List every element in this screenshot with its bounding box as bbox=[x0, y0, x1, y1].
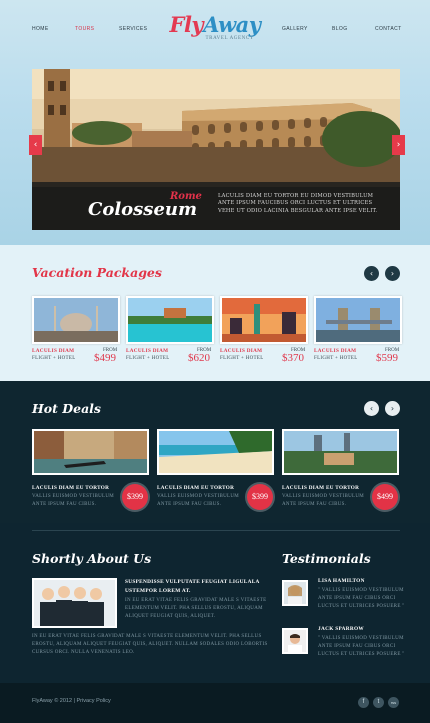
chevron-right-icon: › bbox=[396, 140, 401, 150]
deal-title-2[interactable]: LACULIS DIAM EU TORTOR bbox=[157, 485, 234, 491]
package-card-1[interactable] bbox=[32, 296, 120, 344]
nav-home[interactable]: HOME bbox=[32, 26, 49, 32]
chevron-left-icon: ‹ bbox=[369, 269, 374, 278]
section-divider bbox=[32, 530, 400, 531]
testimonial-name-1: LISA HAMILTON bbox=[318, 578, 365, 584]
logo[interactable]: FlyAway TRAVEL AGENCY bbox=[168, 14, 262, 48]
about-text-1: IN EU ERAT VITAE FELIS GRAVIDAT MALE S V… bbox=[125, 598, 267, 619]
deal-desc-2: VALLIS EUISMOD VESTIBULUM ANTE IPSUM FAU… bbox=[157, 494, 240, 507]
team-photo bbox=[34, 580, 115, 626]
about-heading: SUSPENDISSE VULPUTATE FEUGIAT LIGULALA U… bbox=[125, 579, 260, 594]
vacation-next-button[interactable]: › bbox=[385, 266, 400, 281]
about-title: Shortly About Us bbox=[32, 551, 152, 566]
vacation-prev-button[interactable]: ‹ bbox=[364, 266, 379, 281]
package-label-3[interactable]: LACULIS DIAM bbox=[220, 348, 262, 354]
package-label-4[interactable]: LACULIS DIAM bbox=[314, 348, 356, 354]
footer-copyright[interactable]: FlyAway © 2012 | Privacy Policy bbox=[32, 698, 111, 704]
rss-icon[interactable]: rss bbox=[388, 697, 399, 708]
beach-photo bbox=[159, 431, 272, 473]
nav-gallery[interactable]: GALLERY bbox=[282, 26, 308, 32]
package-card-4[interactable] bbox=[314, 296, 402, 344]
chevron-right-icon: › bbox=[390, 404, 395, 413]
venice-photo bbox=[34, 431, 147, 473]
avatar-jack bbox=[282, 628, 308, 654]
deal-price-badge-1: $399 bbox=[122, 484, 148, 510]
resort-city-photo bbox=[284, 431, 397, 473]
deal-desc-1: VALLIS EUISMOD VESTIBULUM ANTE IPSUM FAU… bbox=[32, 494, 115, 507]
slider-prev-button[interactable]: ‹ bbox=[29, 135, 42, 155]
package-card-3[interactable] bbox=[220, 296, 308, 344]
package-price-3: $370 bbox=[282, 352, 304, 364]
testimonial-name-2: JACK SPARROW bbox=[318, 626, 365, 632]
logo-away: Away bbox=[203, 12, 261, 37]
chevron-right-icon: › bbox=[390, 269, 395, 278]
nav-contact[interactable]: CONTACT bbox=[375, 26, 402, 32]
deal-title-3[interactable]: LACULIS DIAM EU TORTOR bbox=[282, 485, 359, 491]
testimonial-quote-2: " VALLIS EUISMOD VESTIBULUM ANTE IPSUM F… bbox=[318, 636, 405, 657]
nav-blog[interactable]: BLOG bbox=[332, 26, 348, 32]
deal-desc-3: VALLIS EUISMOD VESTIBULUM ANTE IPSUM FAU… bbox=[282, 494, 365, 507]
avatar-lisa bbox=[282, 580, 308, 606]
slider-caption: Rome Colosseum LACULIS DIAM EU TORTOR EU… bbox=[32, 182, 400, 230]
package-price-1: $499 bbox=[94, 352, 116, 364]
deal-title-1[interactable]: LACULIS DIAM EU TORTOR bbox=[32, 485, 109, 491]
package-label-1[interactable]: LACULIS DIAM bbox=[32, 348, 74, 354]
about-image bbox=[32, 578, 117, 628]
nav-services[interactable]: SERVICES bbox=[119, 26, 147, 32]
caption-description: LACULIS DIAM EU TORTOR EU DIMOD VESTIBUL… bbox=[218, 193, 378, 214]
deal-image-1[interactable] bbox=[32, 429, 149, 475]
package-label-2[interactable]: LACULIS DIAM bbox=[126, 348, 168, 354]
testimonial-quote-1: " VALLIS EUISMOD VESTIBULUM ANTE IPSUM F… bbox=[318, 588, 405, 609]
resort-pool-photo bbox=[128, 298, 212, 342]
chevron-left-icon: ‹ bbox=[33, 140, 38, 150]
deal-image-3[interactable] bbox=[282, 429, 399, 475]
london-bridge-photo bbox=[316, 298, 400, 342]
avatar-jack-photo bbox=[284, 630, 306, 652]
package-sub-4: FLIGHT + HOTEL bbox=[314, 356, 358, 361]
vacation-title: Vacation Packages bbox=[32, 265, 162, 280]
new-york-photo bbox=[222, 298, 306, 342]
hot-deals-title: Hot Deals bbox=[32, 401, 101, 416]
package-sub-1: FLIGHT + HOTEL bbox=[32, 356, 76, 361]
package-sub-3: FLIGHT + HOTEL bbox=[220, 356, 264, 361]
about-text-2: IN EU ERAT VITAE FELIS GRAVIDAT MALE S V… bbox=[32, 634, 268, 655]
package-sub-2: FLIGHT + HOTEL bbox=[126, 356, 170, 361]
avatar-lisa-photo bbox=[284, 582, 306, 604]
istanbul-photo bbox=[34, 298, 118, 342]
deal-price-badge-2: $399 bbox=[247, 484, 273, 510]
deals-prev-button[interactable]: ‹ bbox=[364, 401, 379, 416]
slider-next-button[interactable]: › bbox=[392, 135, 405, 155]
deal-price-badge-3: $499 bbox=[372, 484, 398, 510]
package-price-4: $599 bbox=[376, 352, 398, 364]
nav-tours[interactable]: TOURS bbox=[75, 26, 94, 32]
facebook-icon[interactable]: f bbox=[358, 697, 369, 708]
caption-place: Colosseum bbox=[88, 199, 198, 220]
deal-image-2[interactable] bbox=[157, 429, 274, 475]
package-price-2: $620 bbox=[188, 352, 210, 364]
deals-next-button[interactable]: › bbox=[385, 401, 400, 416]
logo-fly: Fly bbox=[169, 12, 204, 37]
testimonials-title: Testimonials bbox=[282, 551, 371, 566]
twitter-icon[interactable]: t bbox=[373, 697, 384, 708]
package-card-2[interactable] bbox=[126, 296, 214, 344]
chevron-left-icon: ‹ bbox=[369, 404, 374, 413]
